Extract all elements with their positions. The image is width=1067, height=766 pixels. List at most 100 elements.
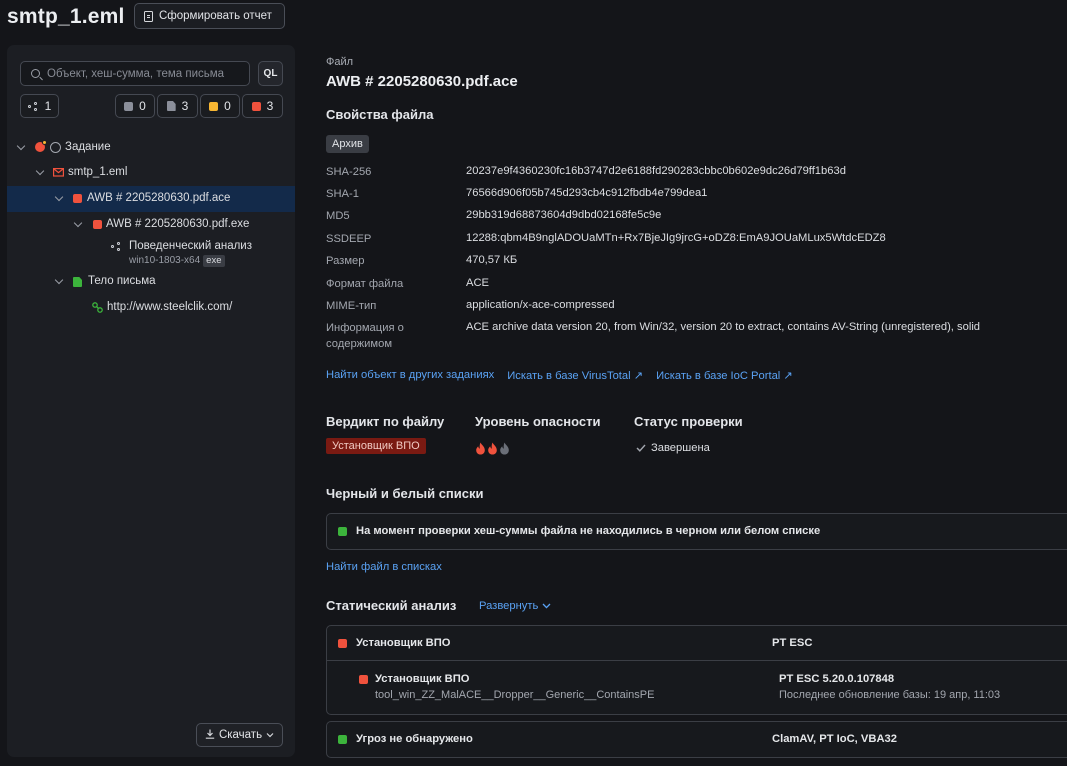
static-engine-detail: Последнее обновление базы: 19 апр, 11:03 (779, 689, 1001, 701)
tree-item-label: AWB # 2205280630.pdf.ace (87, 192, 231, 204)
props-title: Свойства файла (326, 107, 434, 122)
search-box[interactable] (20, 61, 250, 86)
tree-item-label: AWB # 2205280630.pdf.exe (106, 218, 250, 230)
red-square-icon (73, 194, 82, 203)
static-engine: ClamAV, PT IoC, VBA32 (772, 733, 897, 745)
orange-counter[interactable]: 0 (200, 94, 240, 118)
prop-key: MD5 (326, 210, 350, 222)
chevron-down-icon[interactable] (55, 194, 63, 202)
prop-value: 470,57 КБ (466, 254, 518, 266)
bw-title: Черный и белый списки (326, 486, 484, 501)
sidebar: QL 1 0 3 0 3 Задание smtp_1.eml (7, 45, 295, 757)
prop-key: SSDEEP (326, 233, 372, 245)
static-row[interactable]: Установщик ВПО PT ESC (327, 626, 1067, 661)
chevron-down-icon[interactable] (36, 168, 44, 176)
graph-counter[interactable]: 1 (20, 94, 59, 118)
grey-square-icon (124, 101, 134, 111)
static-engine: PT ESC 5.20.0.107848 (779, 673, 895, 685)
search-input[interactable] (47, 67, 232, 80)
graph-icon (27, 101, 39, 111)
tree-item-exe[interactable]: AWB # 2205280630.pdf.exe (7, 212, 295, 238)
ql-button[interactable]: QL (258, 61, 283, 86)
static-clean-panel[interactable]: Угроз не обнаружено ClamAV, PT IoC, VBA3… (326, 721, 1067, 758)
tree-item-label: Тело письма (88, 275, 156, 287)
danger-title: Уровень опасности (475, 414, 601, 429)
prop-value[interactable]: 76566d906f05b745d293cb4c912fbdb4e799dea1 (466, 187, 707, 199)
alert-badge-icon (42, 140, 47, 145)
bw-text: На момент проверки хеш-суммы файла не на… (356, 525, 821, 537)
prop-key: Формат файла (326, 278, 404, 290)
archive-tag: Архив (326, 135, 369, 153)
generate-report-button[interactable]: Сформировать отчет (134, 3, 285, 29)
prop-value: application/x-ace-compressed (466, 299, 615, 311)
tree-item-label: http://www.steelclik.com/ (107, 301, 233, 313)
flame-icon (500, 442, 509, 455)
prop-value: ACE (466, 277, 490, 289)
top-bar: smtp_1.eml Сформировать отчет (0, 0, 1067, 34)
static-verdict: Установщик ВПО (356, 637, 451, 649)
prop-key: SHA-1 (326, 188, 359, 200)
prop-key: Информация о содержимом (326, 322, 404, 350)
prop-value[interactable]: 29bb319d68873604d9dbd02168fe5c9e (466, 209, 661, 221)
mail-icon (53, 167, 65, 180)
tree-item-label: Задание (65, 141, 111, 153)
grey-counter[interactable]: 0 (115, 94, 155, 118)
download-button[interactable]: Скачать (196, 723, 283, 747)
tree-item-url[interactable]: http://www.steelclik.com/ (7, 295, 295, 321)
static-engine: PT ESC (772, 637, 813, 649)
chevron-down-icon (542, 603, 551, 609)
find-in-lists-link[interactable]: Найти файл в списках (326, 561, 442, 573)
green-document-icon (73, 277, 82, 287)
page-title: smtp_1.eml (7, 5, 125, 28)
status: Завершена (636, 442, 710, 454)
static-verdict: Установщик ВПО (375, 673, 470, 685)
tree-item-body[interactable]: Тело письма (7, 269, 295, 295)
check-icon (636, 444, 646, 452)
status-value: Завершена (651, 442, 710, 454)
vm-label: win10-1803-x64 (129, 255, 201, 266)
prop-value: ACE archive data version 20, from Win/32… (466, 321, 981, 333)
static-detail: tool_win_ZZ_MalACE__Dropper__Generic__Co… (375, 689, 655, 701)
expand-button[interactable]: Развернуть (479, 600, 551, 612)
tree-item-task[interactable]: Задание (7, 135, 295, 161)
chevron-down-icon[interactable] (74, 220, 82, 228)
tree-item-label: smtp_1.eml (68, 166, 128, 178)
verdict-title: Вердикт по файлу (326, 414, 445, 429)
prop-key: SHA-256 (326, 166, 372, 178)
ioc-portal-link[interactable]: Искать в базе IoC Portal ↗ (656, 369, 793, 382)
prop-value[interactable]: 20237e9f4360230fc16b3747d2e6188fd290283c… (466, 165, 846, 177)
red-counter[interactable]: 3 (242, 94, 283, 118)
tree-item-label: Поведенческий анализ (129, 240, 253, 252)
virustotal-link[interactable]: Искать в базе VirusTotal ↗ (507, 369, 643, 382)
document-icon (144, 10, 153, 22)
graph-count: 1 (44, 99, 52, 113)
chevron-down-icon[interactable] (17, 143, 25, 151)
download-label: Скачать (218, 729, 263, 741)
generate-report-label: Сформировать отчет (159, 10, 272, 22)
flame-icon (476, 442, 485, 455)
bw-panel: На момент проверки хеш-суммы файла не на… (326, 513, 1067, 550)
verdict-badge: Установщик ВПО (326, 438, 426, 454)
exe-badge: exe (203, 255, 225, 267)
red-square-icon (93, 220, 102, 229)
doc-count: 3 (181, 99, 189, 113)
prop-key: MIME-тип (326, 300, 377, 312)
tree-item-behavior[interactable]: Поведенческий анализ win10-1803-x64 exe (7, 238, 295, 268)
graph-icon (111, 242, 122, 251)
tree-item-ace[interactable]: AWB # 2205280630.pdf.ace (7, 186, 295, 212)
tree-item-eml[interactable]: smtp_1.eml (7, 160, 295, 186)
flame-icon (488, 442, 497, 455)
orange-count: 0 (224, 99, 231, 113)
doc-counter[interactable]: 3 (157, 94, 198, 118)
static-row[interactable]: Установщик ВПО tool_win_ZZ_MalACE__Dropp… (327, 662, 1067, 714)
green-square-icon (338, 527, 347, 536)
orange-square-icon (209, 101, 219, 111)
prop-value[interactable]: 12288:qbm4B9nglADOUaMTn+Rx7BjeJIg9jrcG+o… (466, 232, 886, 244)
download-icon (205, 729, 215, 742)
find-in-tasks-link[interactable]: Найти объект в других заданиях (326, 369, 494, 382)
document-icon (166, 101, 176, 111)
grey-count: 0 (139, 99, 146, 113)
chevron-down-icon[interactable] (55, 277, 63, 285)
static-verdict: Угроз не обнаружено (356, 733, 473, 745)
prop-key: Размер (326, 255, 365, 267)
